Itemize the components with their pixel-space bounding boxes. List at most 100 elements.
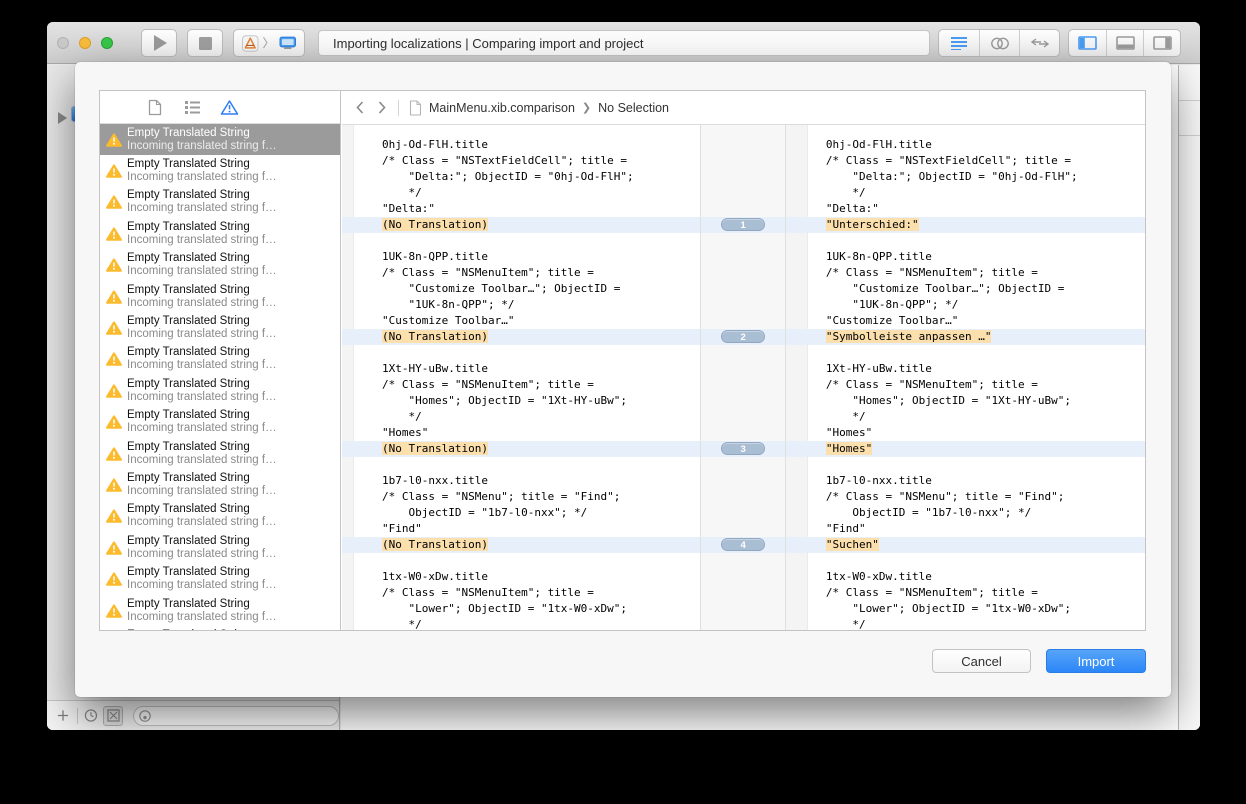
code-line xyxy=(701,345,785,361)
code-line xyxy=(701,169,785,185)
right-code-pane[interactable]: 0hj-Od-FlH.title/* Class = "NSTextFieldC… xyxy=(786,125,1145,630)
code-line: "Find" xyxy=(786,521,1145,537)
warning-title: Empty Translated String xyxy=(127,189,277,202)
code-line xyxy=(701,569,785,585)
code-line: (No Translation) xyxy=(342,329,700,345)
navigator-filter-field[interactable] xyxy=(133,706,339,726)
clock-icon[interactable] xyxy=(84,708,98,723)
code-line xyxy=(701,153,785,169)
document-icon xyxy=(409,100,422,116)
warning-list-item[interactable]: Empty Translated StringIncoming translat… xyxy=(100,250,340,281)
stop-button[interactable] xyxy=(187,29,223,57)
code-line: 1tx-W0-xDw.title xyxy=(786,569,1145,585)
standard-editor-button[interactable] xyxy=(939,30,979,56)
warning-list-item[interactable]: Empty Translated StringIncoming translat… xyxy=(100,218,340,249)
import-button[interactable]: Import xyxy=(1046,649,1146,673)
warning-title: Empty Translated String xyxy=(127,221,277,234)
sidebar-tab-bar xyxy=(100,91,340,124)
code-line: "1UK-8n-QPP"; */ xyxy=(342,297,700,313)
navigator-toggle-icon xyxy=(1078,36,1097,50)
jumpbar-file[interactable]: MainMenu.xib.comparison xyxy=(429,101,575,115)
code-line: "1UK-8n-QPP"; */ xyxy=(786,297,1145,313)
warning-subtitle: Incoming translated string f… xyxy=(127,579,277,592)
warning-list-item[interactable]: Empty Translated StringIncoming translat… xyxy=(100,626,340,630)
inspector-toggle-button[interactable] xyxy=(1143,30,1180,56)
toolbar: 〉 Importing localizations | Comparing im… xyxy=(47,22,1200,64)
activity-text: Importing localizations | Comparing impo… xyxy=(333,36,643,51)
app-scheme-icon xyxy=(242,35,259,52)
flatten-recent-button[interactable] xyxy=(103,706,123,726)
navigator-filter-bar xyxy=(47,700,339,730)
warning-list-item[interactable]: Empty Translated StringIncoming translat… xyxy=(100,187,340,218)
code-line: ObjectID = "1b7-l0-nxx"; */ xyxy=(342,505,700,521)
debug-area-toggle-button[interactable] xyxy=(1106,30,1143,56)
code-line xyxy=(701,601,785,617)
warning-list-item[interactable]: Empty Translated StringIncoming translat… xyxy=(100,155,340,186)
jumpbar-selection[interactable]: No Selection xyxy=(598,101,669,115)
warning-title: Empty Translated String xyxy=(127,158,277,171)
warning-list-item[interactable]: Empty Translated StringIncoming translat… xyxy=(100,595,340,626)
minimize-button[interactable] xyxy=(79,37,91,49)
code-line: 0hj-Od-FlH.title xyxy=(786,137,1145,153)
navigator-toggle-button[interactable] xyxy=(1069,30,1106,56)
change-badge[interactable]: 2 xyxy=(721,330,765,343)
code-line: */ xyxy=(342,185,700,201)
warning-icon xyxy=(106,227,122,241)
code-line: /* Class = "NSMenuItem"; title = xyxy=(342,585,700,601)
code-line: 2 xyxy=(701,329,785,345)
file-tab-icon xyxy=(148,99,162,116)
comparison-container: Empty Translated StringIncoming translat… xyxy=(99,90,1146,631)
warning-subtitle: Incoming translated string f… xyxy=(127,140,277,153)
warning-list-item[interactable]: Empty Translated StringIncoming translat… xyxy=(100,438,340,469)
warning-icon xyxy=(106,290,122,304)
code-line: */ xyxy=(786,409,1145,425)
warning-list[interactable]: Empty Translated StringIncoming translat… xyxy=(100,124,340,630)
scheme-selector[interactable]: 〉 xyxy=(233,29,305,57)
code-line: "Customize Toolbar…" xyxy=(786,313,1145,329)
warning-list-item[interactable]: Empty Translated StringIncoming translat… xyxy=(100,124,340,155)
code-line xyxy=(786,457,1145,473)
code-line: /* Class = "NSMenuItem"; title = xyxy=(342,265,700,281)
change-badge[interactable]: 3 xyxy=(721,442,765,455)
forward-button[interactable] xyxy=(378,101,386,114)
warning-list-item[interactable]: Empty Translated StringIncoming translat… xyxy=(100,312,340,343)
warning-list-item[interactable]: Empty Translated StringIncoming translat… xyxy=(100,532,340,563)
add-icon[interactable] xyxy=(57,709,69,722)
code-line: "Homes"; ObjectID = "1Xt-HY-uBw"; xyxy=(786,393,1145,409)
zoom-button[interactable] xyxy=(101,37,113,49)
warning-title: Empty Translated String xyxy=(127,441,277,454)
warning-list-item[interactable]: Empty Translated StringIncoming translat… xyxy=(100,344,340,375)
code-line: /* Class = "NSMenu"; title = "Find"; xyxy=(342,489,700,505)
warning-list-item[interactable]: Empty Translated StringIncoming translat… xyxy=(100,469,340,500)
change-badge[interactable]: 1 xyxy=(721,218,765,231)
code-line: 1tx-W0-xDw.title xyxy=(342,569,700,585)
warning-list-item[interactable]: Empty Translated StringIncoming translat… xyxy=(100,501,340,532)
divider xyxy=(77,708,78,724)
tab-list[interactable] xyxy=(181,96,203,118)
code-line: /* Class = "NSMenuItem"; title = xyxy=(786,585,1145,601)
code-line: "Delta:"; ObjectID = "0hj-Od-FlH"; xyxy=(786,169,1145,185)
warning-list-item[interactable]: Empty Translated StringIncoming translat… xyxy=(100,375,340,406)
version-editor-button[interactable] xyxy=(1019,30,1059,56)
left-code-pane[interactable]: 0hj-Od-FlH.title/* Class = "NSTextFieldC… xyxy=(342,125,700,630)
assistant-editor-button[interactable] xyxy=(979,30,1019,56)
disclosure-triangle-icon[interactable] xyxy=(58,112,67,124)
warning-list-item[interactable]: Empty Translated StringIncoming translat… xyxy=(100,407,340,438)
cancel-button[interactable]: Cancel xyxy=(932,649,1031,673)
code-line xyxy=(342,345,700,361)
code-line: "Delta:"; ObjectID = "0hj-Od-FlH"; xyxy=(342,169,700,185)
warning-subtitle: Incoming translated string f… xyxy=(127,234,277,247)
change-badge[interactable]: 4 xyxy=(721,538,765,551)
back-button[interactable] xyxy=(356,101,364,114)
code-line xyxy=(701,185,785,201)
warning-icon xyxy=(106,195,122,209)
code-line: "Unterschied:" xyxy=(786,217,1145,233)
warning-list-item[interactable]: Empty Translated StringIncoming translat… xyxy=(100,563,340,594)
warning-list-item[interactable]: Empty Translated StringIncoming translat… xyxy=(100,281,340,312)
code-line: /* Class = "NSMenuItem"; title = xyxy=(342,377,700,393)
run-button[interactable] xyxy=(141,29,177,57)
tab-issues[interactable] xyxy=(218,96,240,118)
issues-sidebar: Empty Translated StringIncoming translat… xyxy=(100,91,341,630)
gutter-col: 1 2 3 4 xyxy=(701,137,785,630)
tab-file[interactable] xyxy=(144,96,166,118)
